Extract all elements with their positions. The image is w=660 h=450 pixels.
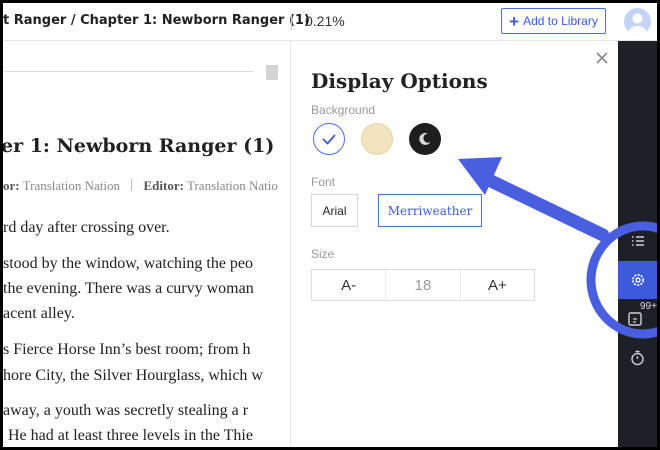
text-line: s Fierce Horse Inn’s best room; from h — [3, 341, 251, 358]
timer-icon[interactable] — [618, 339, 657, 375]
translator-name: Translation Nation — [22, 178, 121, 193]
display-options-panel: Display Options Background Font Arial Me… — [290, 41, 618, 447]
font-merriweather-button[interactable]: Merriweather — [378, 194, 482, 227]
close-icon[interactable] — [595, 51, 609, 65]
right-sidebar: 99+ — [618, 41, 657, 447]
toc-icon[interactable] — [618, 223, 657, 259]
reading-progress: 0.21% — [305, 13, 345, 29]
reading-content: er 1: Newborn Ranger (1) or: Translation… — [3, 41, 291, 447]
divider — [3, 71, 253, 72]
background-sepia-swatch[interactable] — [361, 123, 393, 155]
font-size-stepper: A- 18 A+ — [311, 269, 535, 301]
decrease-size-button[interactable]: A- — [312, 270, 385, 300]
bookmark-icon[interactable] — [266, 65, 278, 80]
background-white-swatch[interactable] — [313, 123, 345, 155]
text-line: the evening. There was a curvy woman — [3, 280, 254, 297]
text-line: hore City, the Silver Hourglass, which w — [3, 367, 263, 384]
chapter-heading: er 1: Newborn Ranger (1) — [3, 135, 275, 157]
plus-icon: + — [509, 11, 520, 31]
increase-size-button[interactable]: A+ — [461, 270, 534, 300]
font-label: Font — [311, 175, 336, 189]
divider — [131, 179, 133, 191]
editor-label: Editor: — [143, 178, 184, 193]
book-chapter-title[interactable]: t Ranger / Chapter 1: Newborn Ranger (1) — [3, 13, 310, 28]
size-label: Size — [311, 247, 335, 261]
text-line: away, a youth was secretly stealing a r — [3, 402, 249, 419]
font-size-value: 18 — [385, 270, 461, 300]
moon-icon — [419, 132, 431, 145]
avatar[interactable] — [624, 8, 651, 35]
add-to-library-label: Add to Library — [523, 14, 598, 28]
chapter-credits: or: Translation Nation Editor: Translati… — [3, 178, 278, 194]
panel-title: Display Options — [311, 69, 488, 93]
top-bar: t Ranger / Chapter 1: Newborn Ranger (1)… — [3, 3, 657, 41]
background-label: Background — [311, 103, 376, 117]
app-window: t Ranger / Chapter 1: Newborn Ranger (1)… — [3, 3, 657, 447]
comments-badge: 99+ — [640, 301, 657, 312]
text-line: acent alley. — [3, 305, 75, 322]
translator-label: or: — [3, 178, 20, 193]
font-arial-button[interactable]: Arial — [311, 194, 358, 227]
editor-name: Translation Natio — [186, 178, 278, 193]
checkmark-icon — [322, 134, 336, 145]
text-line: He had at least three levels in the Thie — [8, 427, 253, 444]
text-line: rd day after crossing over. — [3, 219, 170, 236]
background-dark-swatch[interactable] — [409, 123, 441, 155]
divider — [291, 14, 292, 30]
settings-icon[interactable] — [618, 261, 657, 299]
add-to-library-button[interactable]: + Add to Library — [501, 8, 606, 34]
comments-icon[interactable]: 99+ — [618, 301, 657, 337]
text-line: stood by the window, watching the peo — [3, 255, 254, 272]
